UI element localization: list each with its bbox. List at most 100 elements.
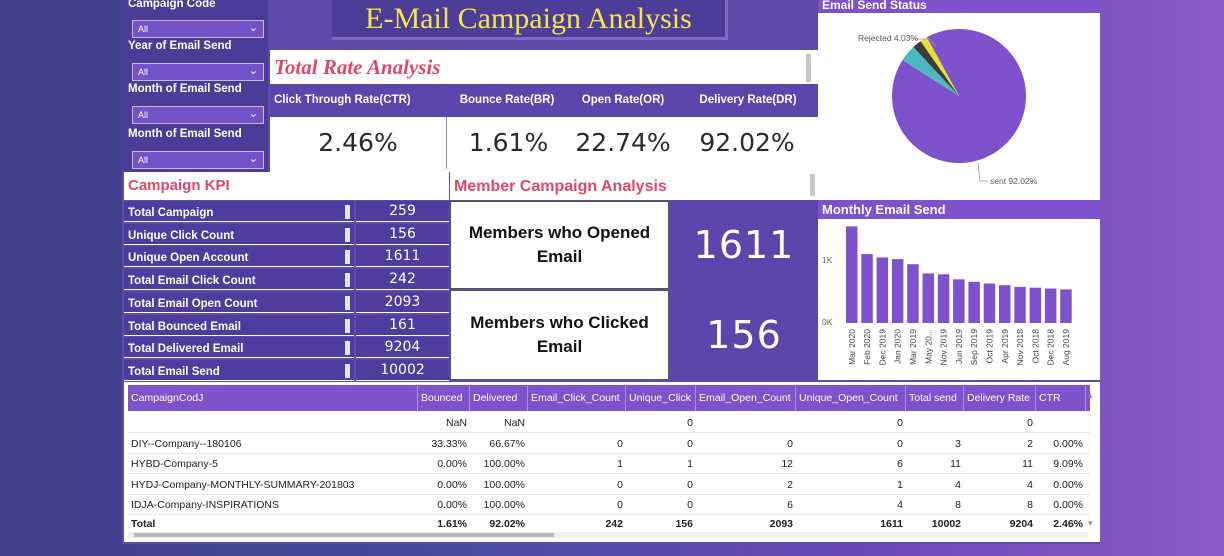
column-header[interactable]: CTR: [1036, 385, 1086, 411]
horizontal-scrollbar[interactable]: [128, 532, 1088, 538]
campaign-kpi-header: Campaign KPI: [124, 172, 449, 200]
x-tick-label: Jan 2020: [893, 329, 903, 364]
kpi-label-text: Total Email Click Count: [128, 275, 256, 288]
bar[interactable]: [968, 281, 980, 323]
br-header: Bounce Rate(BR): [459, 94, 555, 106]
table-cell: 92.02%: [489, 518, 525, 530]
x-tick-label: Sep 2019: [969, 329, 979, 366]
br-value: 1.61%: [468, 128, 549, 157]
table-total-row[interactable]: Total 1.61% 92.02% 242 156 2093 1611 10002 9204 2…: [128, 514, 1090, 534]
kpi-label-text: Unique Open Account: [128, 252, 249, 265]
table-cell: IDJA-Company-INSPIRATIONS: [131, 499, 279, 511]
filter-label-year: Year of Email Send: [128, 40, 232, 52]
dr-value: 92.02%: [699, 128, 795, 157]
table-cell: 9204: [1009, 518, 1033, 530]
bar[interactable]: [1060, 289, 1072, 323]
bar[interactable]: [1029, 287, 1042, 323]
sent-label: sent 92.02%: [990, 176, 1038, 186]
table-cell: 8: [1027, 499, 1033, 511]
bar[interactable]: [953, 279, 965, 323]
table-cell: 2.46%: [1053, 518, 1083, 530]
table-cell: Total: [131, 518, 156, 530]
filter-label-campaign-code: Campaign Code: [128, 0, 216, 10]
column-header[interactable]: Bounced: [418, 385, 470, 411]
kpi-bar-handle: [345, 273, 350, 288]
column-header[interactable]: CampaignCodJ: [128, 385, 418, 411]
bar[interactable]: [861, 254, 873, 323]
clicked-members-label: Members who Clicked Email: [450, 290, 669, 380]
bar[interactable]: [999, 285, 1011, 323]
bar[interactable]: [1014, 286, 1026, 323]
kpi-label: Total Email Click Count: [124, 269, 354, 291]
month-dropdown-2[interactable]: All ⌄: [132, 151, 264, 169]
campaign-code-dropdown[interactable]: All ⌄: [132, 20, 264, 38]
bar[interactable]: [983, 283, 996, 323]
column-header[interactable]: Total send: [906, 385, 964, 411]
table-cell: 2: [787, 478, 793, 491]
table-cell: 4: [1027, 478, 1033, 491]
panel-scrollbar[interactable]: [810, 174, 815, 196]
column-header[interactable]: Email_Open_Count: [696, 385, 796, 411]
table-row[interactable]: HYDJ-Company-MONTHLY-SUMMARY-201803 0.00%…: [128, 475, 1090, 495]
kpi-label: Total Campaign: [124, 201, 354, 222]
table-cell: NaN: [503, 417, 525, 429]
monthly-email-send-chart: 1K 0K Mar 2020 Feb 2020 Dec 2019 Jan 2020 Ma…: [822, 226, 1072, 366]
monthly-email-send-title: Monthly Email Send: [818, 200, 1100, 219]
scrollbar-thumb[interactable]: [134, 533, 554, 537]
table-cell: DIY--Company--180106: [131, 437, 242, 450]
dropdown-value: All: [138, 67, 149, 77]
table-cell: 0.00%: [437, 499, 467, 511]
member-analysis-title: Member Campaign Analysis: [454, 178, 667, 195]
table-row[interactable]: HYBD-Company-5 0.00% 100.00% 1 1 12 6 11 11 9.09%: [128, 454, 1090, 474]
table-cell: 0: [897, 417, 903, 429]
clicked-members-value: 156: [670, 290, 818, 380]
table-cell: 66.67%: [489, 437, 525, 450]
kpi-value: 161: [356, 314, 449, 336]
scroll-down-icon[interactable]: ▾: [1088, 518, 1093, 529]
kpi-row: Total Delivered Email 9204: [124, 337, 449, 359]
dropdown-value: All: [138, 24, 149, 34]
x-tick-label: Jun 2019: [954, 329, 964, 364]
kpi-bar-handle: [345, 341, 350, 356]
table-row[interactable]: NaN NaN 0 0 0: [128, 413, 1090, 433]
kpi-bar-handle: [345, 205, 350, 219]
column-header[interactable]: Delivery Rate: [964, 385, 1036, 411]
scroll-up-icon[interactable]: ▴: [1088, 390, 1093, 401]
table-cell: HYBD-Company-5: [131, 458, 218, 470]
bar[interactable]: [937, 274, 950, 323]
table-cell: 11: [950, 458, 961, 470]
table-cell: [531, 413, 623, 433]
column-header[interactable]: Email_Click_Count: [528, 385, 626, 411]
bar[interactable]: [846, 226, 858, 323]
bar[interactable]: [922, 273, 935, 323]
bar[interactable]: [907, 264, 919, 323]
table-cell: 1: [897, 478, 903, 491]
table-cell: 0: [617, 478, 623, 491]
kpi-row: Total Email Send 10002: [124, 359, 449, 382]
column-header[interactable]: Unique_Click: [626, 385, 696, 411]
kpi-value: 10002: [356, 359, 449, 381]
kpi-value: 1611: [356, 246, 449, 268]
table-cell: 10002: [931, 518, 961, 530]
chevron-down-icon: ⌄: [248, 65, 258, 77]
dr-header: Delivery Rate(DR): [699, 94, 797, 106]
email-send-status-pie: Rejected 4.03% sent 92.02%: [858, 29, 1038, 186]
year-dropdown[interactable]: All ⌄: [132, 63, 264, 81]
table-row[interactable]: IDJA-Company-INSPIRATIONS 0.00% 100.00% 0 0 6…: [128, 495, 1090, 515]
kpi-label: Total Delivered Email: [124, 337, 354, 359]
month-dropdown[interactable]: All ⌄: [132, 106, 264, 124]
x-tick-label: Oct 2018: [1030, 329, 1040, 364]
table-cell: 0: [687, 417, 693, 429]
kpi-label: Total Bounced Email: [124, 314, 354, 336]
table-row[interactable]: DIY--Company--180106 33.33% 66.67% 0 0 0 0 3 2 0.…: [128, 434, 1090, 454]
column-header[interactable]: Delivered: [470, 385, 528, 411]
chevron-down-icon: ⌄: [248, 153, 258, 165]
bar[interactable]: [876, 257, 889, 323]
column-header[interactable]: Unique_Open_Count: [796, 385, 906, 411]
table-cell: 33.33%: [431, 437, 467, 450]
bar[interactable]: [891, 259, 904, 323]
x-tick-label: Dec 2019: [877, 329, 887, 366]
table-cell: [909, 413, 961, 433]
bar[interactable]: [1044, 288, 1057, 323]
panel-scrollbar[interactable]: [806, 54, 811, 82]
